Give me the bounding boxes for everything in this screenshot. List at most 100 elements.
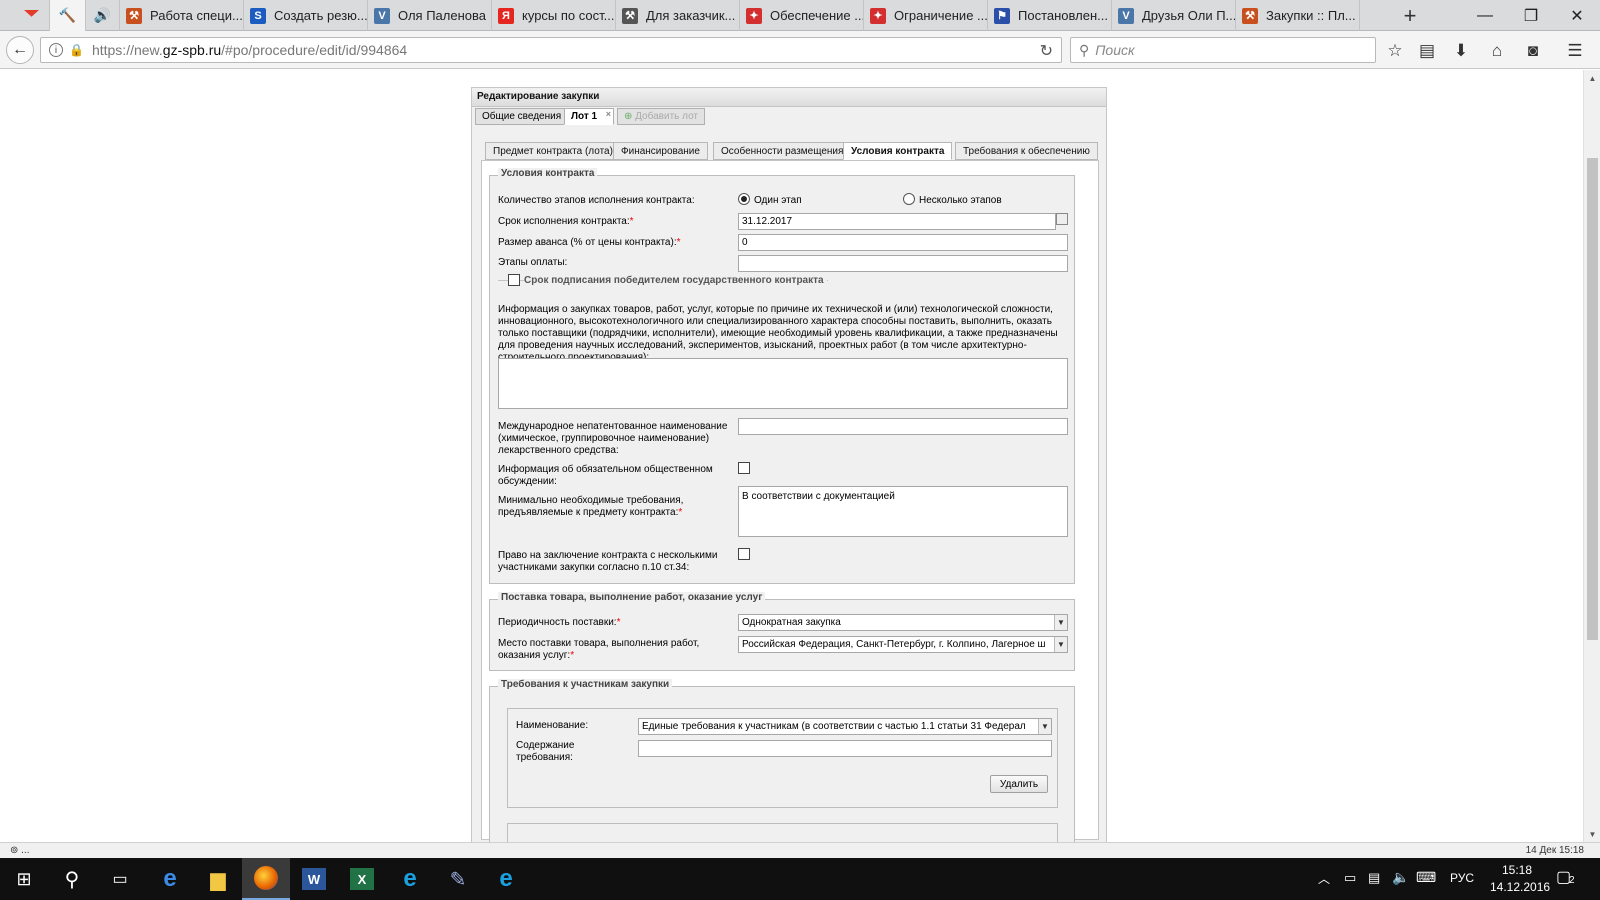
- tab-zakupki[interactable]: ⚒ Закупки :: Пл...: [1236, 0, 1360, 31]
- battery-icon[interactable]: ▭: [1344, 870, 1356, 886]
- subtab-contract-terms[interactable]: Условия контракта: [843, 142, 953, 160]
- download-icon[interactable]: ⬇: [1450, 40, 1472, 62]
- pinned-tab-hammer[interactable]: 🔨: [50, 0, 86, 31]
- ie-app-2[interactable]: e: [482, 858, 530, 900]
- restore-button[interactable]: ❐: [1508, 0, 1554, 31]
- tab-resume[interactable]: S Создать резю...: [244, 0, 368, 31]
- chevron-up-icon[interactable]: ︿: [1318, 870, 1330, 887]
- tab-yandex-courses[interactable]: Якурсы по сост...: [492, 0, 616, 31]
- tab-general-info[interactable]: Общие сведения: [475, 108, 569, 125]
- complex-info-textarea[interactable]: [498, 358, 1068, 409]
- reload-icon[interactable]: ↻: [1040, 41, 1053, 61]
- tab-resolution[interactable]: ⚑ Постановлен...: [988, 0, 1112, 31]
- chevron-down-icon[interactable]: ▼: [1054, 637, 1067, 652]
- close-lot-icon[interactable]: ×: [606, 109, 611, 119]
- pocket-icon[interactable]: ◙: [1522, 40, 1544, 62]
- menu-icon[interactable]: ☰: [1564, 40, 1586, 62]
- subtab-security[interactable]: Требования к обеспечению: [955, 142, 1098, 160]
- requirement-block: Наименование: Единые требования к участн…: [507, 708, 1058, 808]
- url-bar[interactable]: i 🔒 https://new.gz-spb.ru/#po/procedure/…: [40, 37, 1062, 63]
- pinned-tab-audio[interactable]: 🔊: [86, 0, 120, 31]
- pinned-tab-gmail[interactable]: [14, 0, 50, 31]
- mail-icon: [23, 9, 40, 17]
- info-icon[interactable]: i: [49, 43, 63, 57]
- clock-time[interactable]: 15:18: [1502, 863, 1532, 877]
- task-view-button[interactable]: ▭: [96, 858, 144, 900]
- clock-date[interactable]: 14.12.2016: [1490, 880, 1550, 894]
- ie-icon: e: [499, 865, 513, 892]
- tab-rabota[interactable]: ⚒ Работа специ...: [120, 0, 244, 31]
- scroll-up-icon[interactable]: ▲: [1584, 70, 1600, 86]
- multi-participants-checkbox[interactable]: [738, 548, 750, 560]
- subtab-contract-subject[interactable]: Предмет контракта (лота): [485, 142, 621, 160]
- participants-legend: Требования к участникам закупки: [498, 679, 673, 690]
- delivery-period-select[interactable]: Однократная закупка ▼: [738, 614, 1068, 631]
- notification-count: 2: [1569, 875, 1575, 886]
- requirement-name-select[interactable]: Единые требования к участникам (в соотве…: [638, 718, 1052, 735]
- tool-app[interactable]: ✎: [434, 858, 482, 900]
- start-button[interactable]: ⊞: [0, 858, 48, 900]
- excel-app[interactable]: X: [338, 858, 386, 900]
- stage-many-radio[interactable]: [903, 193, 915, 205]
- keyboard-icon[interactable]: ⌨: [1416, 869, 1436, 886]
- stage-one-radio[interactable]: [738, 193, 750, 205]
- subtab-placement[interactable]: Особенности размещения: [713, 142, 852, 160]
- search-button[interactable]: ⚲: [48, 858, 96, 900]
- explorer-app[interactable]: ▆: [194, 858, 242, 900]
- stage-one-label[interactable]: Один этап: [754, 195, 802, 207]
- tab-security[interactable]: ✦ Обеспечение ...: [740, 0, 864, 31]
- word-icon: W: [302, 868, 326, 890]
- ie-app[interactable]: e: [386, 858, 434, 900]
- minimize-button[interactable]: —: [1462, 0, 1508, 31]
- status-datetime: 14 Дек 15:18: [1525, 845, 1584, 856]
- windows-taskbar: ⊞ ⚲ ▭ e ▆ W X e ✎ e ︿ ▭ ▤ 🔈 ⌨ РУС 15:18 …: [0, 858, 1600, 900]
- signing-term-label[interactable]: Срок подписания победителем государствен…: [524, 275, 827, 287]
- network-icon[interactable]: ▤: [1368, 870, 1380, 886]
- search-icon: ⚲: [1079, 41, 1090, 58]
- min-requirements-textarea[interactable]: В соответствии с документацией: [738, 486, 1068, 537]
- advance-input[interactable]: 0: [738, 234, 1068, 251]
- word-app[interactable]: W: [290, 858, 338, 900]
- tab-vk-friends[interactable]: V Друзья Оли П...: [1112, 0, 1236, 31]
- search-input[interactable]: ⚲ Поиск: [1070, 37, 1376, 63]
- tab-lot-1[interactable]: Лот 1 ×: [564, 108, 614, 125]
- subtab-financing[interactable]: Финансирование: [613, 142, 708, 160]
- delivery-period-label: Периодичность поставки:*: [498, 617, 621, 628]
- notifications-button[interactable]: ▢ 2: [1556, 867, 1582, 891]
- tab-customers[interactable]: ⚒ Для заказчик...: [616, 0, 740, 31]
- add-lot-button[interactable]: ⊕ Добавить лот: [617, 108, 705, 125]
- hammer-icon: 🔨: [58, 7, 77, 23]
- reading-list-icon[interactable]: ▤: [1416, 40, 1438, 62]
- back-button[interactable]: ←: [6, 36, 34, 64]
- scroll-down-icon[interactable]: ▼: [1584, 826, 1600, 842]
- close-window-button[interactable]: ✕: [1554, 0, 1600, 31]
- new-tab-button[interactable]: +: [1396, 0, 1424, 31]
- stage-many-label[interactable]: Несколько этапов: [919, 195, 1002, 207]
- tab-content: Условия контракта Количество этапов испо…: [481, 160, 1099, 842]
- calendar-icon[interactable]: [1056, 213, 1068, 225]
- volume-icon[interactable]: 🔈: [1392, 869, 1409, 886]
- stages-label: Количество этапов исполнения контракта:: [498, 195, 695, 206]
- signing-term-checkbox[interactable]: [508, 274, 520, 286]
- tab-restriction[interactable]: ✦ Ограничение ...: [864, 0, 988, 31]
- chevron-down-icon[interactable]: ▼: [1054, 615, 1067, 630]
- delete-requirement-button[interactable]: Удалить: [990, 775, 1048, 793]
- vk-icon: V: [1118, 7, 1134, 24]
- requirement-content-input[interactable]: [638, 740, 1052, 757]
- term-date-input[interactable]: 31.12.2017: [738, 213, 1056, 230]
- language-indicator[interactable]: РУС: [1450, 871, 1474, 885]
- tab-vk-olya[interactable]: V Оля Паленова: [368, 0, 492, 31]
- firefox-app[interactable]: [242, 858, 290, 900]
- delivery-place-select[interactable]: Российская Федерация, Санкт-Петербург, г…: [738, 636, 1068, 653]
- chevron-down-icon[interactable]: ▼: [1038, 719, 1051, 734]
- payment-stages-input[interactable]: [738, 255, 1068, 272]
- discussion-checkbox[interactable]: [738, 462, 750, 474]
- vertical-scrollbar[interactable]: ▲ ▼: [1583, 70, 1600, 842]
- scrollbar-thumb[interactable]: [1587, 158, 1598, 640]
- bookmark-star-icon[interactable]: ☆: [1384, 40, 1406, 62]
- inn-input[interactable]: [738, 418, 1068, 435]
- edge-app[interactable]: e: [146, 858, 194, 900]
- emblem-icon: ✦: [746, 7, 762, 24]
- task-view-icon: ▭: [112, 871, 128, 888]
- home-icon[interactable]: ⌂: [1486, 40, 1508, 62]
